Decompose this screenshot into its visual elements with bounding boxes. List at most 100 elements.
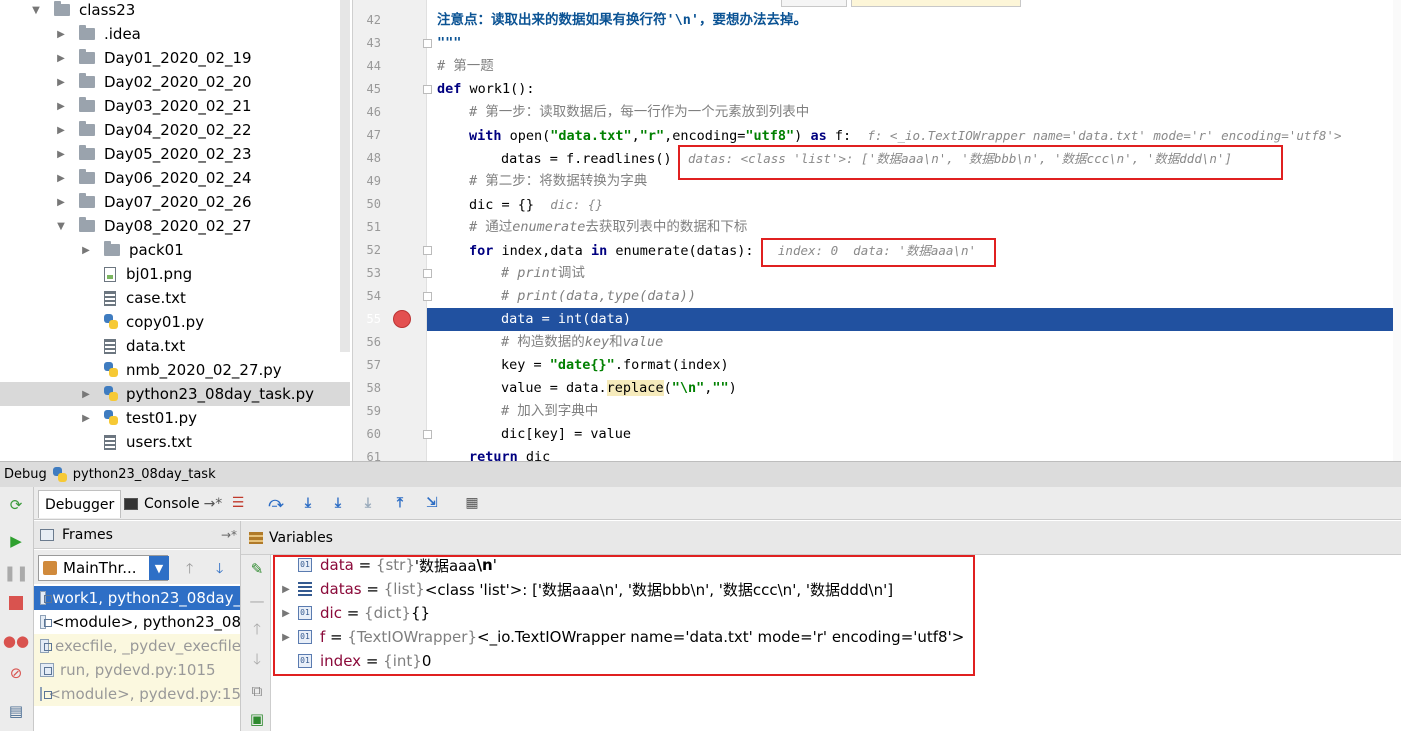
fold-marker-icon[interactable] <box>423 292 432 301</box>
thread-selector[interactable]: MainThr... ▼ <box>38 555 169 581</box>
expand-right-icon[interactable]: ▶ <box>80 389 92 400</box>
fold-marker-icon[interactable] <box>423 430 432 439</box>
project-tree-item-label: Day07_2020_02_26 <box>104 193 252 211</box>
code-line-43[interactable]: """ <box>437 32 1401 55</box>
project-scrollbar[interactable] <box>340 0 350 352</box>
expand-right-icon[interactable]: ▶ <box>55 173 67 184</box>
expand-right-icon[interactable]: ▶ <box>55 149 67 160</box>
layout-settings-icon[interactable]: ▤ <box>6 701 26 721</box>
project-tree-item[interactable]: ▶ Day07_2020_02_26 <box>0 190 350 214</box>
step-out-icon[interactable]: ⤒ <box>390 494 410 512</box>
mute-breakpoints-icon[interactable]: ⊘ <box>6 663 26 683</box>
move-up-icon[interactable]: 🡑 <box>247 620 267 641</box>
code-line-47[interactable]: with open("data.txt","r",encoding="utf8"… <box>437 124 1401 147</box>
pin-arrow-icon[interactable]: →* <box>221 528 237 542</box>
project-tree-item[interactable]: ▼ class23 <box>0 0 350 22</box>
code-line-46[interactable]: # 第一步：读取数据后，每一行作为一个元素放到列表中 <box>437 101 1401 124</box>
code-line-42[interactable]: 注意点：读取出来的数据如果有换行符'\n'，要想办法去掉。 <box>437 9 1401 32</box>
project-tree-item[interactable]: ▼ Day08_2020_02_27 <box>0 214 350 238</box>
project-tree-item[interactable]: case.txt <box>0 286 350 310</box>
expand-right-icon[interactable]: ▶ <box>55 197 67 208</box>
expand-right-icon[interactable]: ▶ <box>80 245 92 256</box>
frame-item[interactable]: work1, python23_08day_ <box>34 586 240 610</box>
show-watches-icon[interactable]: ▣ <box>247 709 267 729</box>
editor-gutter[interactable]: 42 43 44 45 46 47 48 49 50 51 52 53 54 55 56 57 58 59 60 61 <box>353 0 432 461</box>
project-tree-item[interactable]: ▶ Day01_2020_02_19 <box>0 46 350 70</box>
tab-console[interactable]: Console →* <box>118 490 228 518</box>
evaluate-expression-icon[interactable]: ▦ <box>462 494 482 512</box>
frame-item[interactable]: <module>, python23_08 <box>34 610 240 634</box>
project-tree-item[interactable]: ▶ Day03_2020_02_21 <box>0 94 350 118</box>
fold-marker-icon[interactable] <box>423 39 432 48</box>
copy-icon[interactable]: ⧉ <box>247 681 267 701</box>
project-tree-item[interactable]: ▶ .idea <box>0 22 350 46</box>
project-tree-item[interactable]: ▶ Day04_2020_02_22 <box>0 118 350 142</box>
remove-watch-icon[interactable]: — <box>247 591 267 611</box>
frame-item[interactable]: <module>, pydevd.py:15 <box>34 682 240 706</box>
project-tree-item[interactable]: ▶ test01.py <box>0 406 350 430</box>
fold-marker-icon[interactable] <box>423 85 432 94</box>
resume-icon[interactable]: ▶ <box>6 531 26 551</box>
project-tree-item[interactable]: users.txt <box>0 430 350 454</box>
stop-icon[interactable] <box>6 593 26 613</box>
code-text: ) <box>794 128 811 144</box>
step-over-icon[interactable]: ⤼ <box>266 494 286 512</box>
project-tree-item[interactable]: ▶ python23_08day_task.py <box>0 382 350 406</box>
tab-debugger[interactable]: Debugger <box>38 490 122 518</box>
expand-down-icon[interactable]: ▼ <box>30 5 42 16</box>
code-line-44[interactable]: # 第一题 <box>437 55 1401 78</box>
expand-right-icon[interactable]: ▶ <box>55 125 67 136</box>
breakpoint-icon[interactable] <box>393 310 411 328</box>
chevron-down-icon[interactable]: ▼ <box>149 556 169 580</box>
view-breakpoints-icon[interactable]: ●● <box>3 631 29 651</box>
step-into-my-code-icon[interactable]: ⤓ <box>328 494 348 512</box>
code-line-50[interactable]: dic = {} dic: {} <box>437 193 1401 216</box>
expand-down-icon[interactable]: ▼ <box>55 221 67 232</box>
expand-right-icon[interactable]: ▶ <box>55 53 67 64</box>
frames-panel: Frames →* MainThr... ▼ 🡑 🡓 work1, python… <box>34 521 241 731</box>
run-config-name[interactable]: python23_08day_task <box>73 467 216 482</box>
fold-marker-icon[interactable] <box>423 246 432 255</box>
line-number: 58 <box>366 381 381 395</box>
project-tree-item[interactable]: data.txt <box>0 334 350 358</box>
code-line-59[interactable]: # 加入到字典中 <box>437 400 1401 423</box>
code-line-54[interactable]: # print(data,type(data)) <box>437 285 1401 308</box>
expand-right-icon[interactable]: ▶ <box>55 29 67 40</box>
move-down-icon[interactable]: 🡓 <box>247 650 267 671</box>
code-line-51[interactable]: # 通过enumerate去获取列表中的数据和下标 <box>437 216 1401 239</box>
variables-header: Variables <box>241 521 1401 555</box>
editor-tab[interactable] <box>781 0 847 7</box>
rerun-icon[interactable]: ⟳ <box>6 495 26 515</box>
expand-right-icon[interactable]: ▶ <box>80 413 92 424</box>
project-tree-item[interactable]: copy01.py <box>0 310 350 334</box>
frame-up-icon[interactable]: 🡑 <box>186 558 193 582</box>
frame-down-icon[interactable]: 🡓 <box>216 558 223 582</box>
project-tree-item[interactable]: ▶ Day02_2020_02_20 <box>0 70 350 94</box>
fold-marker-icon[interactable] <box>423 269 432 278</box>
code-line-45[interactable]: def work1(): <box>437 78 1401 101</box>
new-watch-icon[interactable]: ✎ <box>247 559 267 579</box>
editor-tab[interactable] <box>851 0 1021 7</box>
force-step-into-icon[interactable]: ⤓ <box>358 494 378 512</box>
expand-right-icon[interactable]: ▶ <box>55 101 67 112</box>
pause-icon[interactable]: ❚❚ <box>3 563 28 583</box>
code-editor[interactable]: 42 43 44 45 46 47 48 49 50 51 52 53 54 55 56 57 58 59 60 61… <box>352 0 1401 461</box>
code-line-61[interactable]: return dic <box>437 446 1401 461</box>
editor-scrollbar[interactable] <box>1393 0 1401 461</box>
project-tree-item[interactable]: ▶ Day06_2020_02_24 <box>0 166 350 190</box>
show-execution-point-icon[interactable]: ☰ <box>228 494 248 512</box>
project-tree-item[interactable]: bj01.png <box>0 262 350 286</box>
project-tree-item[interactable]: nmb_2020_02_27.py <box>0 358 350 382</box>
code-line-56[interactable]: # 构造数据的key和value <box>437 331 1401 354</box>
project-tree-item[interactable]: ▶ Day05_2020_02_23 <box>0 142 350 166</box>
project-tree-item[interactable]: ▶ pack01 <box>0 238 350 262</box>
code-line-58[interactable]: value = data.replace("\n","") <box>437 377 1401 400</box>
frame-item[interactable]: execfile, _pydev_execfile <box>34 634 240 658</box>
step-into-icon[interactable]: ⤓ <box>298 494 318 512</box>
expand-right-icon[interactable]: ▶ <box>55 77 67 88</box>
frame-item[interactable]: run, pydevd.py:1015 <box>34 658 240 682</box>
code-line-60[interactable]: dic[key] = value <box>437 423 1401 446</box>
code-line-57[interactable]: key = "date{}".format(index) <box>437 354 1401 377</box>
code-line-55-current-execution[interactable]: data = int(data) <box>427 308 1401 331</box>
run-to-cursor-icon[interactable]: ⇲ <box>422 494 442 512</box>
